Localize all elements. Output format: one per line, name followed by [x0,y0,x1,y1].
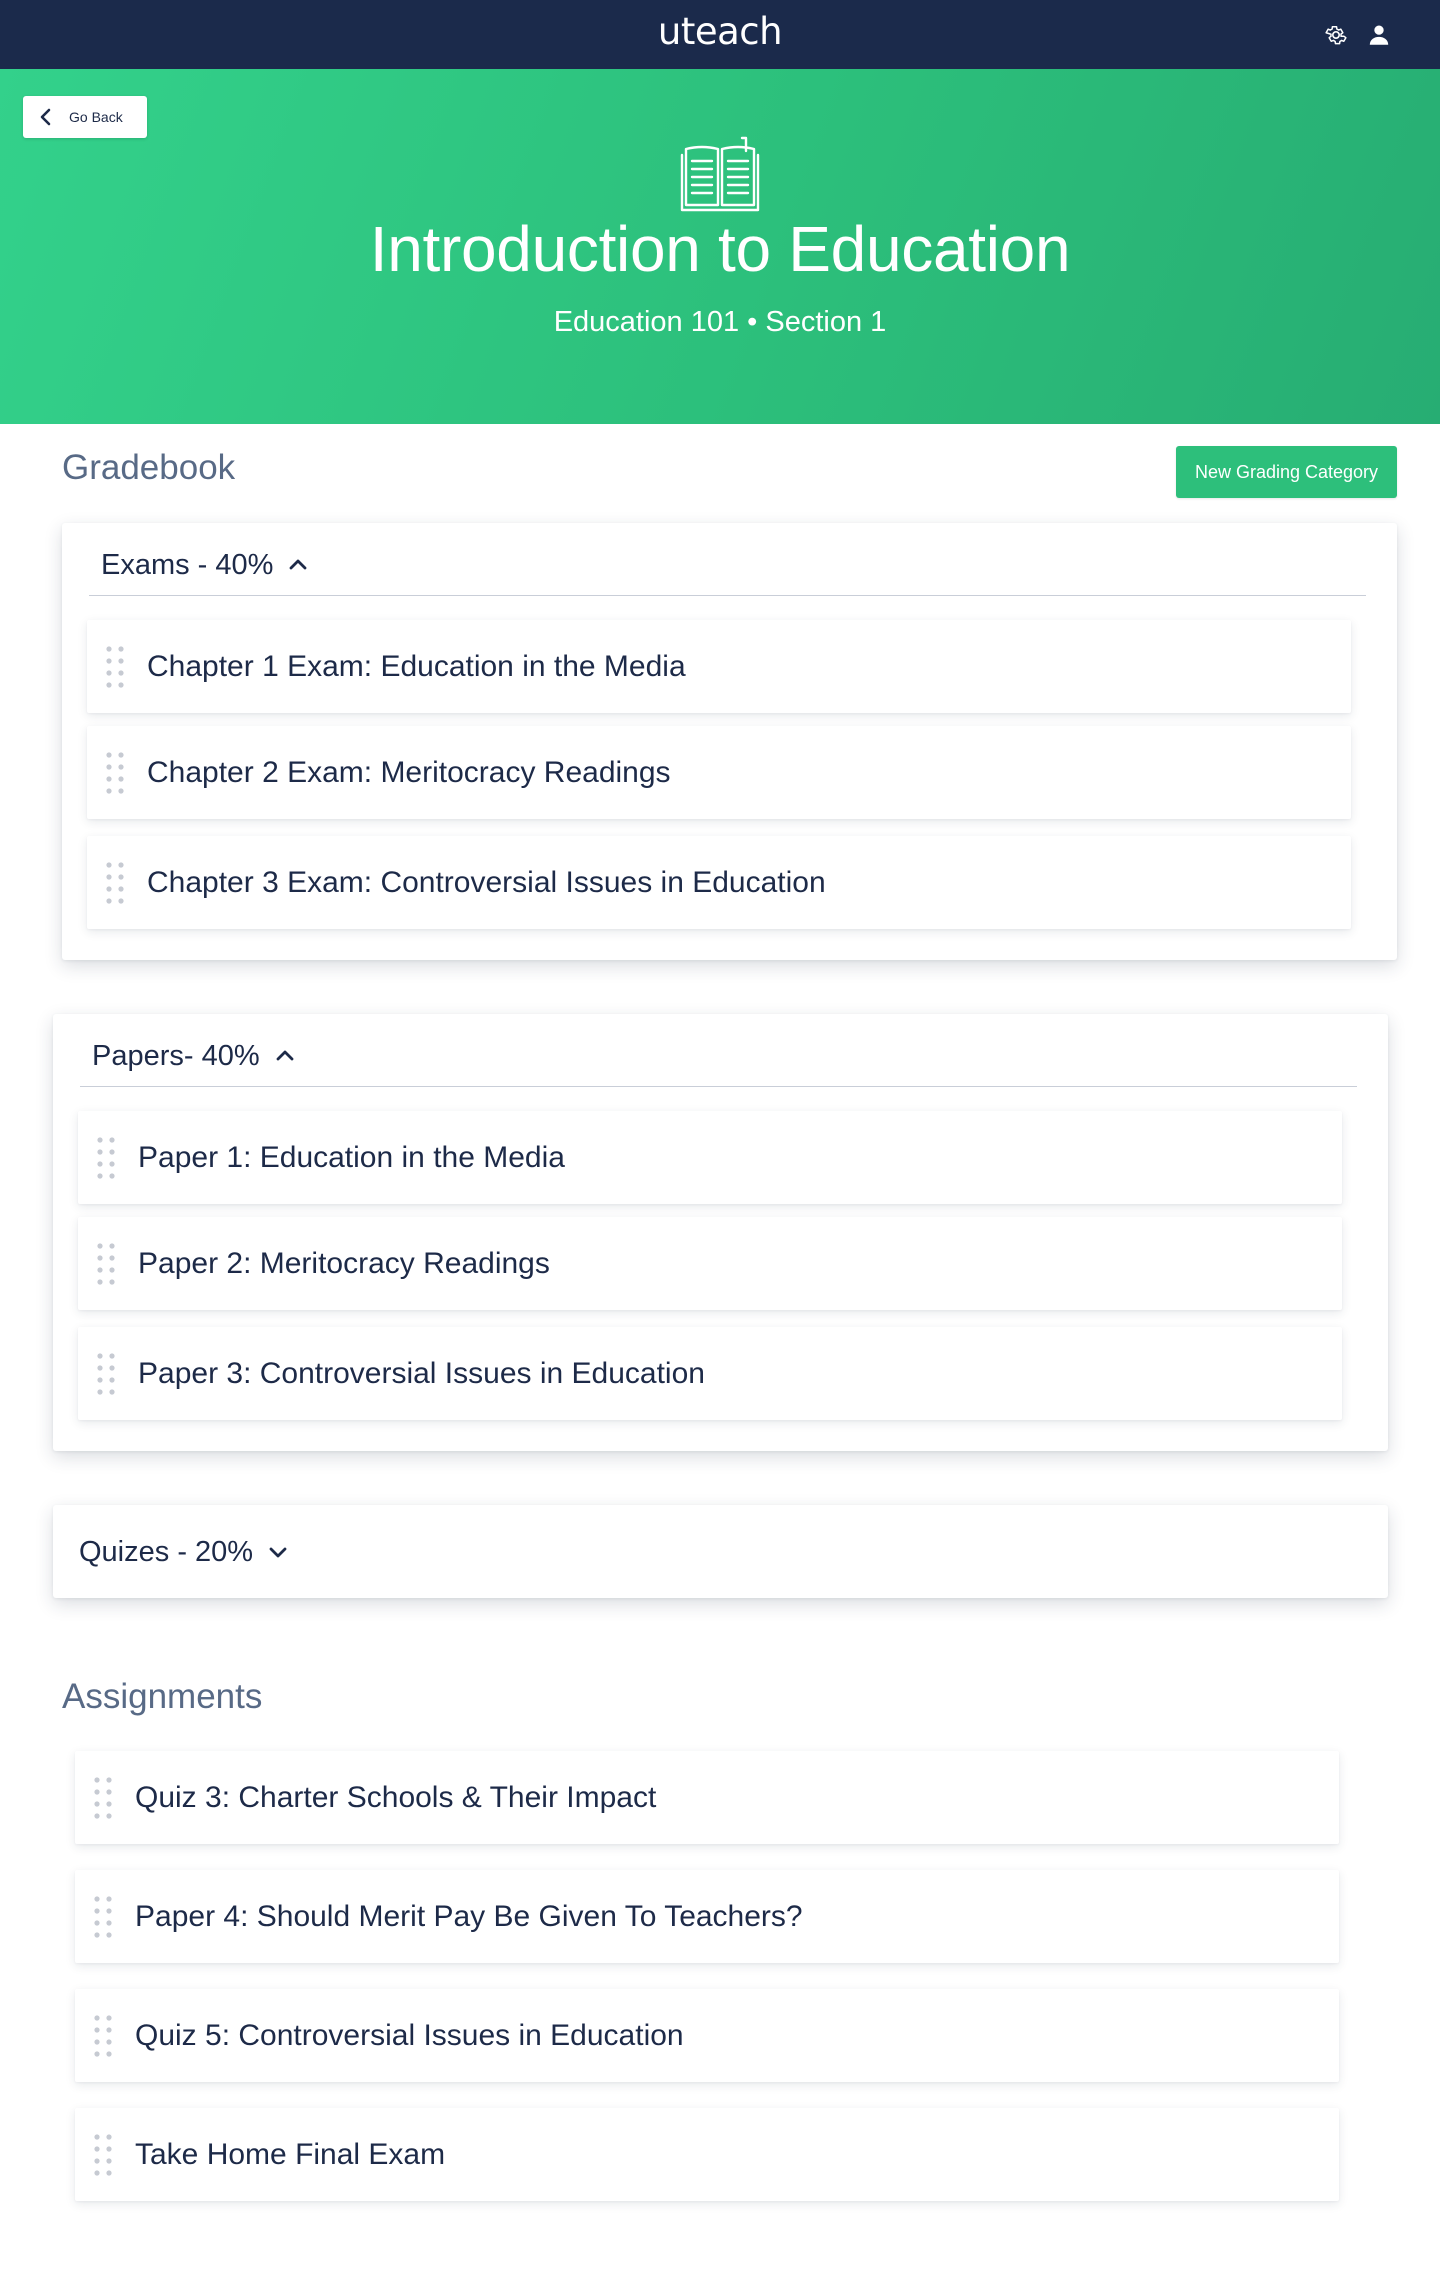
category-header-quizes[interactable]: Quizes - 20% [79,1530,289,1574]
go-back-label: Go Back [69,109,123,125]
item-title: Paper 1: Education in the Media [138,1140,565,1174]
assignment-item[interactable]: Take Home Final Exam [75,2108,1339,2201]
drag-handle-icon[interactable] [93,1895,113,1939]
drag-handle-icon[interactable] [105,751,125,795]
item-title: Take Home Final Exam [135,2137,446,2171]
gradebook-item[interactable]: Chapter 3 Exam: Controversial Issues in … [87,836,1351,929]
item-title: Chapter 3 Exam: Controversial Issues in … [147,865,826,899]
new-grading-category-button[interactable]: New Grading Category [1176,446,1397,498]
item-title: Paper 3: Controversial Issues in Educati… [138,1356,705,1390]
drag-handle-icon[interactable] [96,1136,116,1180]
assignment-item[interactable]: Quiz 5: Controversial Issues in Educatio… [75,1989,1339,2082]
category-header-papers[interactable]: Papers- 40% [92,1034,296,1078]
drag-handle-icon[interactable] [93,2014,113,2058]
category-header-exams[interactable]: Exams - 40% [101,543,309,587]
category-label: Exams - 40% [101,548,274,581]
item-title: Chapter 1 Exam: Education in the Media [147,649,686,683]
drag-handle-icon[interactable] [96,1352,116,1396]
category-label: Quizes - 20% [79,1535,254,1568]
go-back-button[interactable]: Go Back [23,96,147,138]
assignments-title: Assignments [62,1677,263,1716]
top-navigation-bar: uteach [0,0,1440,69]
assignment-item[interactable]: Quiz 3: Charter Schools & Their Impact [75,1751,1339,1844]
chevron-up-icon[interactable] [274,1045,296,1067]
course-hero-banner: Go Back Introduction to Education Educat… [0,69,1440,424]
drag-handle-icon[interactable] [105,861,125,905]
category-divider [80,1086,1357,1087]
drag-handle-icon[interactable] [105,645,125,689]
gradebook-item[interactable]: Paper 1: Education in the Media [78,1111,1342,1204]
grading-category-card-papers: Papers- 40% Paper 1: Education in the Me… [53,1014,1388,1451]
item-title: Quiz 5: Controversial Issues in Educatio… [135,2018,684,2052]
chevron-up-icon[interactable] [287,554,309,576]
user-icon[interactable] [1366,22,1392,48]
brand-logo[interactable]: uteach [0,10,1440,53]
category-label: Papers- 40% [92,1039,260,1072]
item-title: Quiz 3: Charter Schools & Their Impact [135,1780,657,1814]
chevron-left-icon [40,108,51,126]
item-title: Paper 2: Meritocracy Readings [138,1246,550,1280]
gradebook-title: Gradebook [62,448,236,487]
gear-icon[interactable] [1323,22,1349,48]
item-title: Paper 4: Should Merit Pay Be Given To Te… [135,1899,803,1933]
course-subtitle: Education 101 • Section 1 [553,306,887,338]
course-title: Introduction to Education [369,213,1071,285]
assignment-item[interactable]: Paper 4: Should Merit Pay Be Given To Te… [75,1870,1339,1963]
gradebook-item[interactable]: Chapter 1 Exam: Education in the Media [87,620,1351,713]
grading-category-card-quizes[interactable]: Quizes - 20% [53,1505,1388,1598]
category-divider [89,595,1366,596]
drag-handle-icon[interactable] [93,2133,113,2177]
chevron-down-icon[interactable] [267,1541,289,1563]
gradebook-item[interactable]: Paper 3: Controversial Issues in Educati… [78,1327,1342,1420]
item-title: Chapter 2 Exam: Meritocracy Readings [147,755,671,789]
grading-category-card-exams: Exams - 40% Chapter 1 Exam: Education in… [62,523,1397,960]
gradebook-item[interactable]: Paper 2: Meritocracy Readings [78,1217,1342,1310]
book-icon [680,136,760,212]
gradebook-item[interactable]: Chapter 2 Exam: Meritocracy Readings [87,726,1351,819]
drag-handle-icon[interactable] [93,1776,113,1820]
drag-handle-icon[interactable] [96,1242,116,1286]
